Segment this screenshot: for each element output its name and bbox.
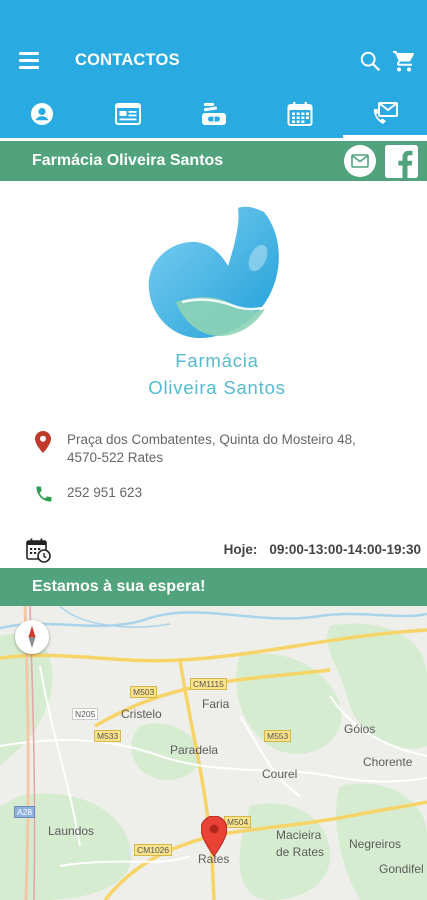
- facebook-button[interactable]: [385, 145, 418, 178]
- app-header: CONTACTOS: [0, 0, 427, 90]
- logo-wordmark-line2: Oliveira Santos: [148, 377, 286, 398]
- welcome-text: Estamos à sua espera!: [32, 578, 206, 595]
- place-macieira: Macieira: [276, 828, 322, 842]
- welcome-band: Estamos à sua espera!: [0, 568, 427, 606]
- facebook-icon: [385, 145, 418, 178]
- road-label-7: M504: [224, 816, 252, 828]
- compass-icon: [28, 626, 36, 648]
- road-label-3: N205: [72, 708, 99, 720]
- map-marker-icon[interactable]: [201, 816, 227, 856]
- tab-medicines[interactable]: [200, 100, 228, 128]
- road-label-6: A28: [14, 806, 36, 818]
- calendar-clock-icon: [26, 538, 51, 563]
- location-pin-icon: [35, 431, 51, 453]
- contact-mail-phone-icon: [373, 102, 398, 124]
- calendar-icon: [287, 102, 313, 126]
- pharmacy-header-band: Farmácia Oliveira Santos: [0, 141, 427, 181]
- place-courel: Courel: [262, 767, 298, 781]
- address[interactable]: Praça dos Combatentes, Quinta do Mosteir…: [67, 431, 407, 467]
- place-cristelo: Cristelo: [121, 707, 162, 721]
- account-icon: [31, 103, 53, 125]
- road-label-8: CM1026: [134, 844, 173, 856]
- tab-bar: [0, 90, 427, 138]
- place-de-rates: de Rates: [276, 845, 325, 859]
- address-line2: 4570-522 Rates: [67, 450, 164, 465]
- road-label-2: CM1115: [190, 678, 227, 690]
- place-negreiros: Negreiros: [349, 837, 402, 851]
- phone-icon: [36, 486, 52, 502]
- road-label-4: M533: [94, 730, 122, 742]
- tab-contacts[interactable]: [343, 100, 427, 138]
- place-chorente: Chorente: [363, 755, 413, 769]
- search-icon[interactable]: [359, 50, 381, 72]
- place-gondifel: Gondifel: [379, 862, 424, 876]
- address-line1: Praça dos Combatentes, Quinta do Mosteir…: [67, 432, 356, 447]
- mail-icon: [351, 154, 369, 168]
- pharmacy-logo: [148, 206, 279, 338]
- cart-icon[interactable]: [392, 49, 416, 73]
- place-paradela: Paradela: [170, 743, 219, 757]
- medicine-icon: [202, 103, 226, 125]
- news-icon: [115, 103, 141, 125]
- logo-wordmark-line1: Farmácia: [175, 350, 259, 371]
- pharmacy-name: Farmácia Oliveira Santos: [32, 152, 224, 169]
- tab-news[interactable]: [114, 100, 142, 128]
- email-button[interactable]: [344, 145, 376, 177]
- menu-icon[interactable]: [19, 52, 39, 69]
- hours-label: Hoje:: [223, 542, 258, 557]
- tab-calendar[interactable]: [286, 100, 314, 128]
- app: CONTACTOS Farmácia Oliveira Santos Farmá…: [0, 0, 427, 900]
- place-goios: Góios: [344, 722, 376, 736]
- place-laundos: Laundos: [48, 824, 95, 838]
- opening-hours: Hoje: 09:00-13:00-14:00-19:30: [224, 542, 421, 557]
- road-label-1: M503: [130, 686, 158, 698]
- compass-button[interactable]: [15, 620, 49, 654]
- place-faria: Faria: [202, 697, 230, 711]
- tab-account[interactable]: [28, 100, 56, 128]
- phone-number[interactable]: 252 951 623: [67, 485, 142, 500]
- road-label-5: M553: [264, 730, 292, 742]
- hours-value: 09:00-13:00-14:00-19:30: [269, 542, 421, 557]
- page-title: CONTACTOS: [75, 51, 180, 69]
